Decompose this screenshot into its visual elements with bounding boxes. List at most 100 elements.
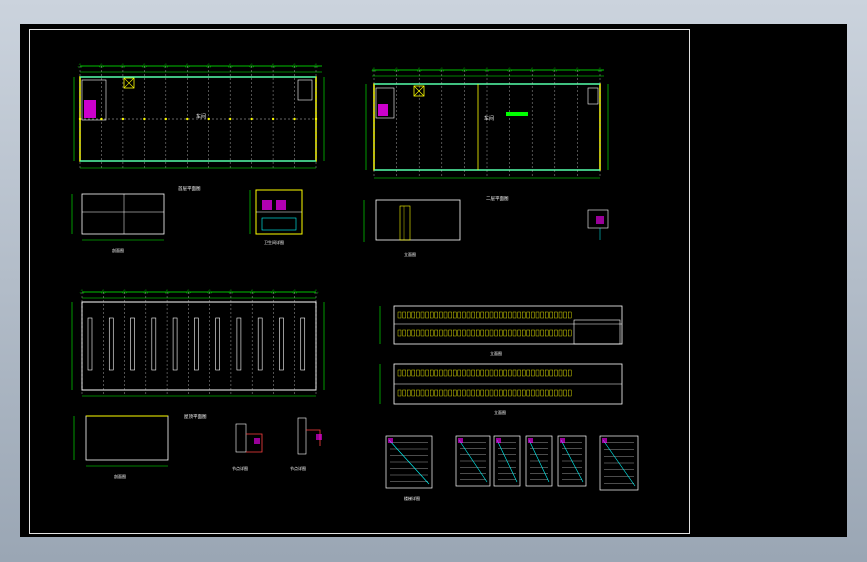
window bbox=[466, 369, 471, 377]
window bbox=[439, 369, 443, 377]
window bbox=[462, 389, 466, 397]
window bbox=[416, 311, 420, 319]
roof-rib bbox=[279, 317, 284, 371]
front-elevation: 立面图 bbox=[379, 305, 623, 356]
window bbox=[416, 389, 420, 397]
landing-mark bbox=[388, 438, 393, 443]
window bbox=[443, 311, 448, 319]
window bbox=[402, 389, 406, 397]
window bbox=[517, 311, 521, 319]
window bbox=[462, 311, 466, 319]
roof-rib bbox=[172, 317, 178, 371]
window bbox=[471, 311, 475, 319]
window bbox=[485, 329, 489, 337]
window bbox=[535, 329, 540, 337]
svg-text:节点详图: 节点详图 bbox=[290, 465, 306, 471]
window bbox=[439, 329, 443, 337]
window bbox=[489, 311, 494, 319]
window bbox=[466, 311, 471, 319]
roof-rib bbox=[300, 317, 306, 371]
window bbox=[430, 329, 434, 337]
landing-mark bbox=[560, 438, 565, 443]
window bbox=[430, 389, 434, 397]
roof-rib bbox=[215, 317, 220, 371]
svg-text:立面图: 立面图 bbox=[490, 350, 502, 356]
window bbox=[443, 329, 448, 337]
window bbox=[558, 369, 563, 377]
roof-rib bbox=[151, 317, 157, 371]
window bbox=[397, 329, 402, 337]
window bbox=[411, 311, 415, 319]
window bbox=[448, 329, 452, 337]
window bbox=[503, 329, 507, 337]
window bbox=[476, 389, 480, 397]
window bbox=[485, 389, 489, 397]
svg-text:剖面图: 剖面图 bbox=[112, 247, 124, 253]
window bbox=[545, 369, 549, 377]
window bbox=[522, 311, 526, 319]
toilet-detail: 卫生间详图 bbox=[249, 189, 303, 245]
window bbox=[471, 369, 475, 377]
svg-text:立面图: 立面图 bbox=[404, 251, 416, 257]
window bbox=[499, 311, 503, 319]
window bbox=[425, 311, 429, 319]
room-label: 车间 bbox=[196, 113, 206, 120]
column bbox=[271, 117, 275, 121]
window bbox=[485, 369, 489, 377]
window bbox=[503, 311, 507, 319]
window bbox=[522, 329, 526, 337]
column bbox=[207, 117, 210, 121]
window bbox=[430, 311, 434, 319]
roof-rib bbox=[236, 317, 242, 371]
window bbox=[563, 329, 567, 337]
roof-rib bbox=[257, 317, 263, 371]
window bbox=[540, 311, 544, 319]
column bbox=[250, 117, 253, 121]
window bbox=[411, 389, 415, 397]
window bbox=[466, 389, 471, 397]
window bbox=[503, 389, 507, 397]
window bbox=[545, 311, 549, 319]
column bbox=[164, 117, 168, 121]
window bbox=[462, 369, 466, 377]
window bbox=[563, 311, 567, 319]
roof-plan: 屋顶平面图 bbox=[71, 289, 325, 420]
window bbox=[407, 389, 411, 397]
window bbox=[540, 389, 544, 397]
window bbox=[397, 389, 402, 397]
window bbox=[434, 369, 438, 377]
view-title: 楼梯详图 bbox=[404, 495, 420, 501]
window bbox=[453, 329, 457, 337]
window bbox=[420, 369, 425, 377]
window bbox=[512, 329, 517, 337]
window bbox=[494, 369, 498, 377]
window bbox=[531, 329, 535, 337]
window bbox=[420, 389, 425, 397]
roof-rib bbox=[194, 317, 199, 371]
window bbox=[462, 329, 466, 337]
node-detail-a bbox=[587, 209, 609, 240]
window bbox=[420, 311, 425, 319]
window bbox=[545, 329, 549, 337]
landing-mark bbox=[602, 438, 607, 443]
window bbox=[476, 369, 480, 377]
window bbox=[568, 329, 572, 337]
window bbox=[563, 369, 567, 377]
window bbox=[425, 389, 429, 397]
window bbox=[545, 389, 549, 397]
window bbox=[402, 329, 406, 337]
window bbox=[453, 389, 457, 397]
window bbox=[563, 389, 567, 397]
section-large: 剖面图 bbox=[73, 415, 169, 479]
window bbox=[526, 389, 530, 397]
window bbox=[558, 329, 563, 337]
window bbox=[457, 311, 461, 319]
cad-drawing[interactable]: 车间 首层平面图 剖面图 卫生间详图 车间 二层平面图 立面图 屋顶平面图 剖面… bbox=[0, 0, 867, 562]
svg-text:车间: 车间 bbox=[484, 115, 494, 122]
window bbox=[549, 311, 553, 319]
rear-elevation: 立面图 bbox=[379, 363, 623, 415]
window bbox=[531, 369, 535, 377]
window bbox=[508, 311, 512, 319]
stair-details: 楼梯详图 bbox=[385, 435, 639, 501]
window bbox=[466, 329, 471, 337]
